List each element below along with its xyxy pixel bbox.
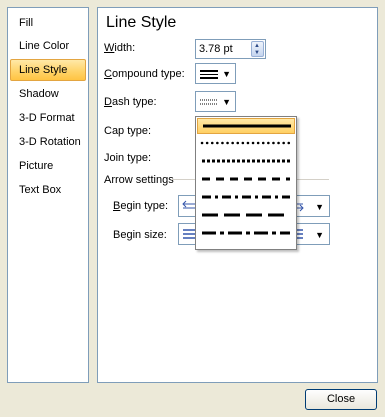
- compound-type-label: Compound type:: [104, 68, 185, 80]
- chevron-down-icon: ▼: [315, 230, 324, 240]
- nav-text-box[interactable]: Text Box: [10, 179, 86, 201]
- compound-lines-icon: [200, 70, 218, 79]
- nav-picture[interactable]: Picture: [10, 155, 86, 177]
- width-spin-buttons[interactable]: ▲ ▼: [251, 41, 264, 57]
- dash-option-dash-dot[interactable]: [197, 190, 295, 206]
- chevron-down-icon: ▼: [222, 97, 231, 107]
- nav-line-color[interactable]: Line Color: [10, 35, 86, 57]
- nav-3d-rotation[interactable]: 3-D Rotation: [10, 131, 86, 153]
- spin-up-icon[interactable]: ▲: [254, 43, 260, 49]
- dash-option-solid[interactable]: [197, 118, 295, 134]
- begin-size-label: Begin size:: [113, 229, 167, 241]
- line-style-panel: Line Style Width: 3.78 pt ▲ ▼ Compound t…: [97, 7, 378, 383]
- begin-type-label: Begin type:: [113, 200, 169, 212]
- dash-option-long-dash[interactable]: [197, 208, 295, 224]
- chevron-down-icon: ▼: [222, 69, 231, 79]
- arrow-type-icon: [182, 200, 195, 209]
- dash-type-menu: [195, 116, 297, 250]
- dash-type-dropdown[interactable]: ▼: [195, 91, 236, 112]
- join-type-label: Join type:: [104, 152, 152, 164]
- dash-option-round-dot[interactable]: [197, 136, 295, 152]
- dash-option-square-dot[interactable]: [197, 154, 295, 170]
- width-value[interactable]: 3.78 pt: [199, 43, 233, 55]
- width-spinner[interactable]: 3.78 pt ▲ ▼: [195, 39, 266, 59]
- compound-type-dropdown[interactable]: ▼: [195, 63, 236, 84]
- dash-pattern-icon: [200, 99, 218, 105]
- arrow-settings-heading: Arrow settings: [104, 174, 174, 186]
- dash-option-dash[interactable]: [197, 172, 295, 188]
- spin-down-icon[interactable]: ▼: [254, 50, 260, 56]
- arrow-size-icon: [183, 229, 195, 239]
- close-button[interactable]: Close: [305, 389, 377, 410]
- dash-type-label: Dash type:: [104, 96, 157, 108]
- nav-3d-format[interactable]: 3-D Format: [10, 107, 86, 129]
- cap-type-label: Cap type:: [104, 125, 152, 137]
- chevron-down-icon: ▼: [315, 202, 324, 212]
- nav-shadow[interactable]: Shadow: [10, 83, 86, 105]
- nav-fill[interactable]: Fill: [10, 12, 86, 34]
- width-label: Width:: [104, 42, 136, 54]
- panel-title: Line Style: [106, 14, 177, 31]
- nav-line-style[interactable]: Line Style: [10, 59, 86, 81]
- category-list: Fill Line Color Line Style Shadow 3-D Fo…: [7, 7, 89, 383]
- dash-option-long-dash-dot[interactable]: [197, 226, 295, 242]
